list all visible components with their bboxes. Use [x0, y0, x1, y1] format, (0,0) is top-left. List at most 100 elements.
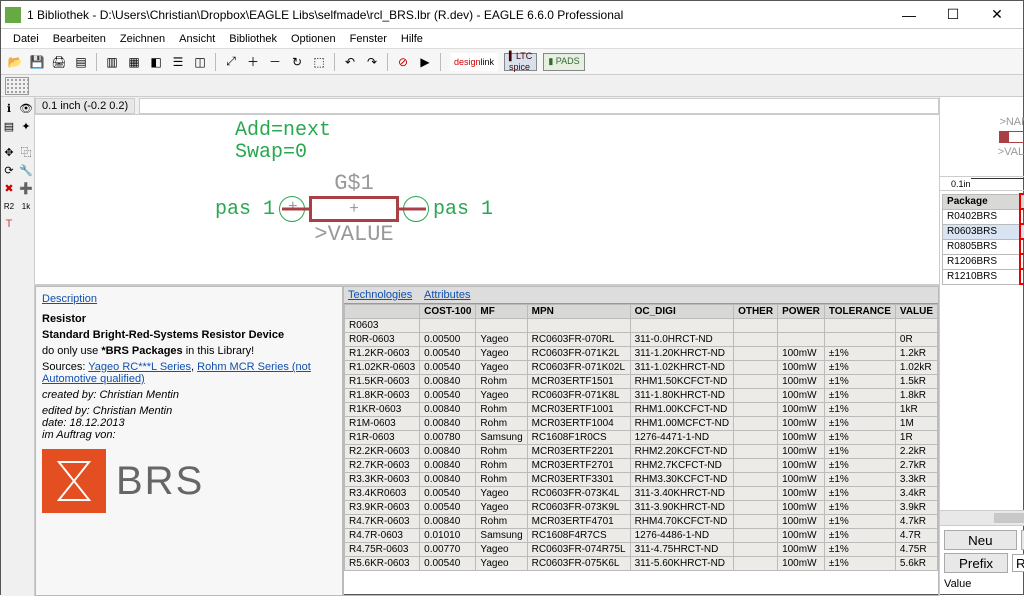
delete-icon[interactable]: ✖ [1, 180, 17, 196]
move-icon[interactable]: ✥ [1, 144, 17, 160]
table-row[interactable]: R2.2KR-06030.00840RohmMCR03ERTF2201RHM2.… [345, 445, 938, 459]
table-row[interactable]: R0603 [345, 319, 938, 333]
copy-icon[interactable]: ⿻ [18, 144, 34, 160]
add-icon[interactable]: ➕ [18, 180, 34, 196]
h-scrollbar[interactable] [940, 510, 1024, 525]
attr-col[interactable]: COST-100 [420, 305, 476, 319]
table-row[interactable]: R5.6KR-06030.00540YageoRC0603FR-075K6L31… [345, 557, 938, 571]
save-icon[interactable]: 💾 [27, 52, 47, 72]
menu-ansicht[interactable]: Ansicht [173, 32, 221, 46]
layers-icon[interactable]: ▤ [1, 118, 17, 134]
zoomfit-icon[interactable]: ⤢ [221, 52, 241, 72]
redraw-icon[interactable]: ↻ [287, 52, 307, 72]
board-icon[interactable]: ▥ [102, 52, 122, 72]
prefix-button[interactable]: Prefix [944, 553, 1008, 573]
wrench-icon[interactable]: 🔧 [18, 162, 34, 178]
prefix-input[interactable] [1012, 554, 1024, 572]
device-icon[interactable]: ◫ [190, 52, 210, 72]
menu-hilfe[interactable]: Hilfe [395, 32, 429, 46]
attr-col[interactable]: OC_DIGI [630, 305, 733, 319]
value-label-text: Value [944, 578, 971, 590]
attr-col[interactable] [345, 305, 420, 319]
subtoolbar [1, 75, 1023, 97]
table-row[interactable]: R4.75R-06030.00770YageoRC0603FR-074R75L3… [345, 543, 938, 557]
neu-button[interactable]: Neu [944, 530, 1017, 550]
menu-zeichnen[interactable]: Zeichnen [114, 32, 171, 46]
package-row[interactable]: R1206BRS1206✔ [943, 254, 1024, 269]
table-row[interactable]: R3.4KR06030.00540YageoRC0603FR-073K4L311… [345, 487, 938, 501]
table-row[interactable]: R3.9KR-06030.00540YageoRC0603FR-073K9L31… [345, 501, 938, 515]
minimize-button[interactable]: — [887, 2, 931, 28]
desc-created: created by: Christian Mentin [42, 389, 179, 401]
description-link[interactable]: Description [42, 293, 97, 305]
info-icon[interactable]: ℹ [1, 100, 17, 116]
table-icon[interactable]: ▦ [124, 52, 144, 72]
undo-icon[interactable]: ↶ [340, 52, 360, 72]
open-icon[interactable]: 📂 [5, 52, 25, 72]
mark-icon[interactable]: ✦ [18, 118, 34, 134]
attr-col[interactable]: MF [476, 305, 527, 319]
menu-bibliothek[interactable]: Bibliothek [223, 32, 283, 46]
text-icon[interactable]: T [1, 216, 17, 232]
symbol-icon[interactable]: ☰ [168, 52, 188, 72]
misc-icon[interactable] [18, 216, 34, 232]
ltspice-logo[interactable]: ▍LTCspice [504, 53, 537, 71]
package-row[interactable]: R0402BRS0402✔ [943, 209, 1024, 224]
attr-col[interactable]: VALUE [895, 305, 937, 319]
connect-button[interactable]: Connect [1021, 530, 1024, 550]
table-row[interactable]: R3.3KR-06030.00840RohmMCR03ERTF3301RHM3.… [345, 473, 938, 487]
yageo-link[interactable]: Yageo RC***L Series [88, 361, 191, 373]
maximize-button[interactable]: ☐ [931, 2, 975, 28]
attributes-link[interactable]: Attributes [420, 287, 474, 303]
table-row[interactable]: R0R-06030.00500YageoRC0603FR-070RL311-0.… [345, 333, 938, 347]
technologies-link[interactable]: Technologies [344, 287, 420, 303]
attr-col[interactable]: TOLERANCE [824, 305, 895, 319]
package-row[interactable]: R0603BRS0603✔ [943, 224, 1024, 239]
print-icon[interactable]: 🖨 [49, 52, 69, 72]
pkg-head-package[interactable]: Package [943, 194, 1021, 209]
table-row[interactable]: R1.2KR-06030.00540YageoRC0603FR-071K2L31… [345, 347, 938, 361]
table-row[interactable]: R1M-06030.00840RohmMCR03ERTF1004RHM1.00M… [345, 417, 938, 431]
table-row[interactable]: R4.7R-06030.01010SamsungRC1608F4R7CS1276… [345, 529, 938, 543]
zoomsel-icon[interactable]: ⬚ [309, 52, 329, 72]
footprint-icon [999, 131, 1024, 143]
attr-col[interactable]: OTHER [734, 305, 778, 319]
package-icon[interactable]: ◧ [146, 52, 166, 72]
menu-bearbeiten[interactable]: Bearbeiten [47, 32, 112, 46]
menu-optionen[interactable]: Optionen [285, 32, 342, 46]
cam-icon[interactable]: ▤ [71, 52, 91, 72]
pin-right-label: pas 1 [433, 198, 493, 221]
package-table[interactable]: Package Variant R0402BRS0402✔R0603BRS060… [940, 191, 1024, 353]
attributes-table[interactable]: COST-100MFMPNOC_DIGIOTHERPOWERTOLERANCEV… [344, 304, 938, 571]
designlink-logo[interactable]: designlink [450, 53, 498, 71]
attr-col[interactable]: POWER [778, 305, 825, 319]
table-row[interactable]: R2.7KR-06030.00840RohmMCR03ERTF2701RHM2.… [345, 459, 938, 473]
pkg-head-variant[interactable]: Variant [1020, 194, 1024, 209]
rotate-icon[interactable]: ⟳ [1, 162, 17, 178]
package-row[interactable]: R1210BRS1210✔ [943, 269, 1024, 284]
stop-icon[interactable]: ⊘ [393, 52, 413, 72]
grid-icon[interactable] [5, 77, 29, 95]
zoomin-icon[interactable]: ＋ [243, 52, 263, 72]
menu-fenster[interactable]: Fenster [344, 32, 393, 46]
redo-icon[interactable]: ↷ [362, 52, 382, 72]
value-icon[interactable]: 1k [18, 198, 34, 214]
pads-logo[interactable]: ▮ PADS [543, 53, 584, 71]
table-row[interactable]: R1KR-06030.00840RohmMCR03ERTF1001RHM1.00… [345, 403, 938, 417]
symbol-canvas[interactable]: Add=next Swap=0 pas 1 + G$1 + >VALUE pas… [35, 115, 939, 285]
menu-datei[interactable]: Datei [7, 32, 45, 46]
go-icon[interactable]: ▶ [415, 52, 435, 72]
table-row[interactable]: R4.7KR-06030.00840RohmMCR03ERTF4701RHM4.… [345, 515, 938, 529]
table-row[interactable]: R1.8KR-06030.00540YageoRC0603FR-071K8L31… [345, 389, 938, 403]
package-row[interactable]: R0805BRS0805✔ [943, 239, 1024, 254]
zoomout-icon[interactable]: － [265, 52, 285, 72]
close-button[interactable]: ✕ [975, 2, 1019, 28]
attr-col[interactable]: MPN [527, 305, 630, 319]
name-icon[interactable]: R2 [1, 198, 17, 214]
command-input[interactable] [139, 98, 939, 114]
eye-icon[interactable]: 👁 [18, 100, 34, 116]
table-row[interactable]: R1.02KR-06030.00540YageoRC0603FR-071K02L… [345, 361, 938, 375]
table-row[interactable]: R1.5KR-06030.00840RohmMCR03ERTF1501RHM1.… [345, 375, 938, 389]
menubar: Datei Bearbeiten Zeichnen Ansicht Biblio… [1, 29, 1023, 49]
table-row[interactable]: R1R-06030.00780SamsungRC1608F1R0CS1276-4… [345, 431, 938, 445]
